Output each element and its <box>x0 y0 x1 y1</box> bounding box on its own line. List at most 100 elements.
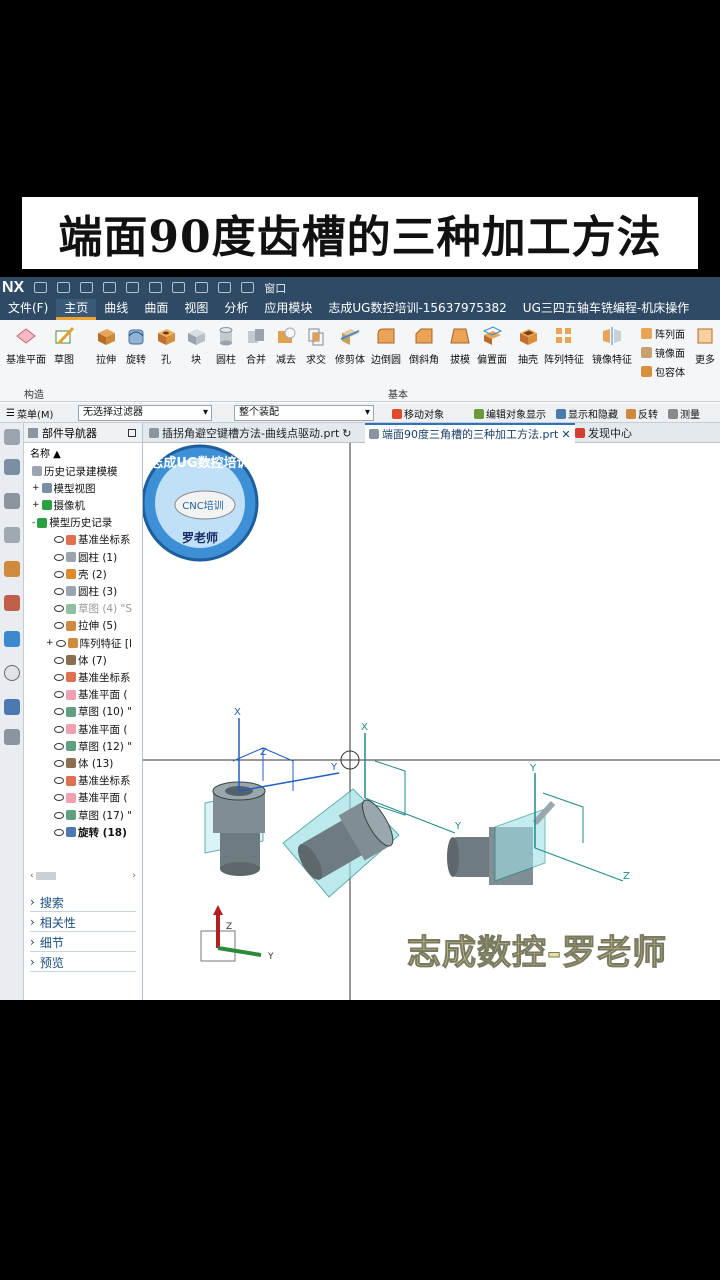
move-object-button[interactable]: 移动对象 <box>392 406 444 421</box>
visibility-eye-icon[interactable] <box>54 673 64 681</box>
tree-node[interactable]: 体 (7) <box>54 652 107 668</box>
chamfer-button[interactable]: 倒斜角 <box>406 325 442 366</box>
tree-node[interactable]: 体 (13) <box>54 755 113 771</box>
navigator-horizontal-scrollbar[interactable]: ‹ › <box>30 871 136 883</box>
visibility-eye-icon[interactable] <box>54 536 64 544</box>
paste-icon[interactable] <box>149 282 163 293</box>
shell-button[interactable]: 抽壳 <box>510 325 546 366</box>
tab-application[interactable]: 应用模块 <box>256 299 320 320</box>
offset-face-button[interactable]: 偏置面 <box>474 325 510 366</box>
edge-blend-button[interactable]: 边倒圆 <box>368 325 404 366</box>
edit-display-button[interactable]: 编辑对象显示 <box>474 406 546 421</box>
part-navigator-icon[interactable] <box>4 527 20 543</box>
panel-dependencies[interactable]: › 相关性 <box>30 913 136 932</box>
mirror-feature-button[interactable]: 镜像特征 <box>592 325 632 366</box>
visibility-eye-icon[interactable] <box>54 605 64 613</box>
pattern-feature-button[interactable]: 阵列特征 <box>544 325 584 366</box>
sketch-button[interactable]: 草图 <box>46 325 82 366</box>
tab-custom-course[interactable]: UG三四五轴车铣编程-机床操作 <box>515 299 697 320</box>
panel-details[interactable]: › 细节 <box>30 933 136 952</box>
tree-node[interactable]: 草图 (10) " <box>54 704 132 720</box>
expand-toggle-icon[interactable]: + <box>32 500 40 510</box>
tree-node[interactable]: + 阵列特征 [l <box>46 635 132 651</box>
type-filter-dropdown[interactable]: 无选择过滤器 <box>78 405 212 421</box>
part-tilted-cylinder[interactable] <box>282 733 456 898</box>
constraint-navigator-icon[interactable] <box>4 493 20 509</box>
repeat-command-icon[interactable] <box>218 282 232 293</box>
group-basic-label[interactable]: 基本 <box>388 386 408 401</box>
copy-icon[interactable] <box>126 282 140 293</box>
reverse-button[interactable]: 反转 <box>626 406 658 421</box>
assembly-navigator-icon[interactable] <box>4 459 20 475</box>
redo-icon[interactable] <box>80 282 94 293</box>
visibility-eye-icon[interactable] <box>54 725 64 733</box>
tree-node[interactable]: 基准坐标系 <box>54 532 131 548</box>
model-geometry[interactable]: X Y Z X Y Y Z Z Y <box>143 443 720 1000</box>
tree-node[interactable]: + 摄像机 <box>32 497 85 513</box>
expand-toggle-icon[interactable]: + <box>46 638 54 648</box>
part-horizontal-cylinder[interactable] <box>447 773 624 885</box>
undo-icon[interactable] <box>57 282 71 293</box>
history-clock-icon[interactable] <box>4 665 20 681</box>
menu-button[interactable]: ☰ 菜单(M) <box>6 406 53 421</box>
visibility-eye-icon[interactable] <box>54 587 64 595</box>
panel-search[interactable]: › 搜索 <box>30 893 136 912</box>
panel-preview[interactable]: › 预览 <box>30 953 136 972</box>
trim-body-button[interactable]: 修剪体 <box>332 325 368 366</box>
tree-node[interactable]: 拉伸 (5) <box>54 618 117 634</box>
roles-icon[interactable] <box>4 729 20 745</box>
window-icon[interactable] <box>241 282 255 293</box>
visibility-eye-icon[interactable] <box>54 691 64 699</box>
tree-node[interactable]: 基准坐标系 <box>54 773 131 789</box>
window-menu[interactable]: 窗口 <box>264 280 286 296</box>
refresh-icon[interactable]: ↻ <box>342 427 351 440</box>
tree-node[interactable]: 圆柱 (1) <box>54 549 117 565</box>
process-studio-icon[interactable] <box>4 699 20 715</box>
cut-icon[interactable] <box>103 282 117 293</box>
reuse-library-icon[interactable] <box>4 561 20 577</box>
doc-tab-active-part[interactable]: 端面90度三角槽的三种加工方法.prt ✕ <box>365 423 575 443</box>
tab-analysis[interactable]: 分析 <box>216 299 256 320</box>
web-browser-icon[interactable] <box>4 631 20 647</box>
expand-toggle-icon[interactable]: + <box>32 483 40 493</box>
tree-node[interactable]: + 模型视图 <box>32 480 96 496</box>
graphics-window[interactable]: 志成UG数控培训 CNC培训 罗老师 X Y Z X Y Y Z Z Y 志成数… <box>143 443 720 1000</box>
visibility-eye-icon[interactable] <box>54 828 64 836</box>
pattern-face-button[interactable]: 阵列面 <box>641 326 685 341</box>
group-construct-label[interactable]: 构造 <box>24 386 44 401</box>
show-hide-button[interactable]: 显示和隐藏 <box>556 406 618 421</box>
tree-node[interactable]: 基准平面 ( <box>54 687 127 703</box>
microphone-icon[interactable] <box>195 282 209 293</box>
tree-node[interactable]: 草图 (4) "S <box>54 601 132 617</box>
save-icon[interactable] <box>34 282 48 293</box>
draft-button[interactable]: 拔模 <box>442 325 478 366</box>
tree-node[interactable]: 圆柱 (3) <box>54 583 117 599</box>
tree-node[interactable]: 基准平面 ( <box>54 721 127 737</box>
visibility-eye-icon[interactable] <box>54 742 64 750</box>
tab-surface[interactable]: 曲面 <box>136 299 176 320</box>
more-button[interactable]: 更多 <box>690 325 720 366</box>
tree-node[interactable]: 基准平面 ( <box>54 790 127 806</box>
datum-plane-button[interactable]: 基准平面 <box>6 325 46 366</box>
tab-view[interactable]: 视图 <box>176 299 216 320</box>
visibility-eye-icon[interactable] <box>54 656 64 664</box>
hd3d-tools-icon[interactable] <box>4 595 20 611</box>
tree-node[interactable]: 草图 (12) " <box>54 738 132 754</box>
visibility-eye-icon[interactable] <box>54 570 64 578</box>
visibility-eye-icon[interactable] <box>54 708 64 716</box>
visibility-eye-icon[interactable] <box>54 777 64 785</box>
mirror-face-button[interactable]: 镜像面 <box>641 345 685 360</box>
close-icon[interactable]: ✕ <box>561 428 570 441</box>
tree-node[interactable]: 草图 (17) " <box>54 807 132 823</box>
tree-node[interactable]: 壳 (2) <box>54 566 107 582</box>
expand-toggle-icon[interactable]: - <box>32 518 35 528</box>
visibility-eye-icon[interactable] <box>54 553 64 561</box>
measure-button[interactable]: 测量 <box>668 406 700 421</box>
settings-icon[interactable] <box>4 429 20 445</box>
doc-tab-keyway[interactable]: 插拐角避空键槽方法-曲线点驱动.prt ↻ <box>145 423 356 443</box>
visibility-eye-icon[interactable] <box>54 794 64 802</box>
intersect-button[interactable]: 求交 <box>298 325 334 366</box>
tab-custom-training[interactable]: 志成UG数控培训-15637975382 <box>320 299 514 320</box>
name-column-header[interactable]: 名称 ▲ <box>30 445 61 460</box>
touch-mode-icon[interactable] <box>172 282 186 293</box>
